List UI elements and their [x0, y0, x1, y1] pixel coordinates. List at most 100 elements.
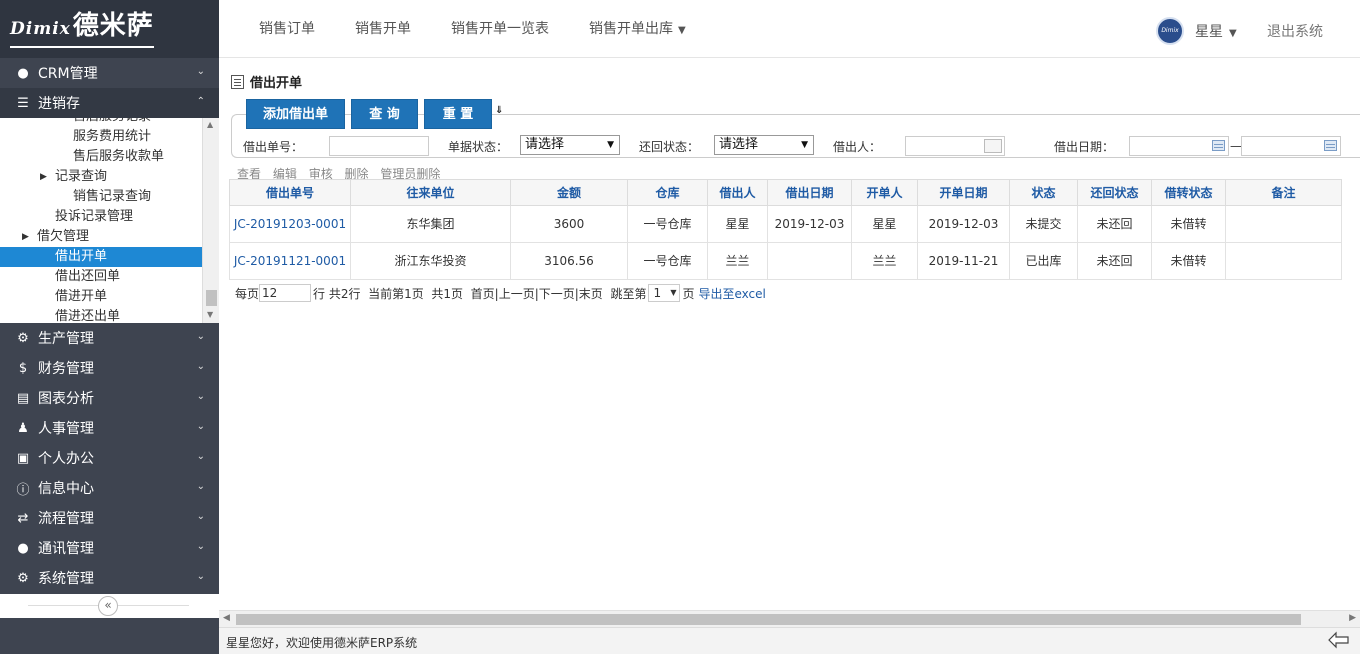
- menu-hr[interactable]: ♟ 人事管理 ⌄: [0, 413, 219, 443]
- loan-no-link[interactable]: JC-20191203-0001: [229, 205, 351, 243]
- menu-crm[interactable]: ● CRM管理 ⌄: [0, 58, 219, 88]
- picker-button[interactable]: [984, 139, 1002, 153]
- submenu-scrollbar[interactable]: ▲ ▼: [202, 118, 219, 323]
- status-bar: 星星您好，欢迎使用德米萨ERP系统: [219, 627, 1360, 654]
- nav-sales-billing[interactable]: 销售开单: [355, 18, 411, 38]
- sidebar: Dimix德米萨 ● CRM管理 ⌄ ☰ 进销存 ⌃ 售后服务记录 服务费用统计…: [0, 0, 219, 654]
- nav-sales-billing-outbound[interactable]: 销售开单出库 ▼: [589, 18, 686, 38]
- page-nav-links[interactable]: 首页|上一页|下一页|末页: [471, 285, 603, 302]
- menu-inventory[interactable]: ☰ 进销存 ⌃: [0, 88, 219, 118]
- back-arrow-icon[interactable]: [1328, 631, 1350, 649]
- submenu-item-service-fee-stats[interactable]: 服务费用统计: [0, 127, 202, 147]
- submenu-item-loan-in-return[interactable]: 借进还出单: [0, 307, 202, 323]
- menu-system[interactable]: ⚙ 系统管理 ⌄: [0, 563, 219, 593]
- export-excel-link[interactable]: 导出至excel: [698, 285, 765, 302]
- menu-info[interactable]: ⓘ 信息中心 ⌄: [0, 473, 219, 503]
- menu-label: 进销存: [38, 96, 80, 112]
- doc-status-select[interactable]: 请选择 ▼: [520, 135, 620, 155]
- menu-finance[interactable]: $ 财务管理 ⌄: [0, 353, 219, 383]
- submenu-item-loan-in-order[interactable]: 借进开单: [0, 287, 202, 307]
- table-cell: 未还回: [1077, 205, 1152, 243]
- loan-no-input[interactable]: [329, 136, 429, 156]
- table-cell: 3600: [510, 205, 628, 243]
- scroll-down-icon[interactable]: ▼: [207, 310, 213, 319]
- chevron-up-icon: ⌃: [196, 96, 205, 107]
- column-header[interactable]: 仓库: [627, 179, 708, 206]
- document-icon: [231, 74, 244, 89]
- column-header[interactable]: 金额: [510, 179, 628, 206]
- menu-production[interactable]: ⚙ 生产管理 ⌄: [0, 323, 219, 353]
- menu-communication[interactable]: ● 通讯管理 ⌄: [0, 533, 219, 563]
- column-header[interactable]: 开单日期: [917, 179, 1010, 206]
- table-cell: 兰兰: [851, 242, 918, 280]
- column-header[interactable]: 借出日期: [767, 179, 852, 206]
- user-menu[interactable]: 星星 ▼: [1195, 21, 1237, 41]
- welcome-text: 星星您好，欢迎使用德米萨ERP系统: [226, 636, 418, 650]
- gears-icon: ⚙: [17, 330, 29, 346]
- total-pages-text: 共1页: [431, 286, 464, 301]
- borrower-label: 借出人：: [833, 140, 882, 154]
- menu-charts[interactable]: ▤ 图表分析 ⌄: [0, 383, 219, 413]
- scroll-thumb[interactable]: [236, 614, 1301, 625]
- logout-link[interactable]: 退出系统: [1267, 21, 1323, 41]
- loan-no-label: 借出单号：: [243, 140, 304, 154]
- scroll-thumb[interactable]: [206, 290, 217, 306]
- loan-date-start[interactable]: [1129, 136, 1229, 156]
- page-suffix: 页: [682, 286, 695, 301]
- table-cell: 未还回: [1077, 242, 1152, 280]
- avatar[interactable]: Dimix 德米萨: [1156, 17, 1184, 58]
- doc-status-label: 单据状态：: [448, 140, 509, 154]
- dropdown-arrow-icon: ▼: [607, 140, 614, 150]
- cog-icon: ⚙: [17, 570, 29, 586]
- column-header[interactable]: 借出人: [707, 179, 768, 206]
- submenu-item-loan-out-return[interactable]: 借出还回单: [0, 267, 202, 287]
- scroll-right-icon[interactable]: ▶: [1349, 613, 1356, 623]
- table-cell: 一号仓库: [627, 242, 708, 280]
- reset-button[interactable]: 重 置: [424, 99, 492, 129]
- chevron-down-icon: ⌄: [196, 571, 205, 582]
- submenu-item-aftersale-receipt[interactable]: 售后服务收款单: [0, 147, 202, 167]
- table-row[interactable]: JC-20191121-0001 浙江东华投资 3106.56 一号仓库 兰兰 …: [229, 242, 1342, 280]
- menu-workflow[interactable]: ⇄ 流程管理 ⌄: [0, 503, 219, 533]
- submenu-item-sales-record-query[interactable]: 销售记录查询: [0, 187, 202, 207]
- column-header[interactable]: 状态: [1009, 179, 1078, 206]
- column-header[interactable]: 借转状态: [1151, 179, 1226, 206]
- column-header[interactable]: 开单人: [851, 179, 918, 206]
- table-cell: [1225, 205, 1342, 243]
- current-page-text: 当前第1页: [368, 286, 424, 301]
- borrower-picker[interactable]: [905, 136, 1005, 156]
- jump-page-select[interactable]: 1 ▼: [648, 284, 681, 302]
- submenu-item-loan-management[interactable]: ▶ 借欠管理: [0, 227, 202, 247]
- menu-office[interactable]: ▣ 个人办公 ⌄: [0, 443, 219, 473]
- scroll-left-icon[interactable]: ◀: [223, 613, 230, 623]
- add-loan-button[interactable]: 添加借出单: [246, 99, 345, 129]
- submenu-item-complaint-management[interactable]: 投诉记录管理: [0, 207, 202, 227]
- loan-date-end[interactable]: [1241, 136, 1341, 156]
- column-header[interactable]: 借出单号: [229, 179, 351, 206]
- column-header[interactable]: 备注: [1225, 179, 1342, 206]
- nav-sales-order[interactable]: 销售订单: [259, 18, 315, 38]
- scroll-up-icon[interactable]: ▲: [207, 120, 213, 129]
- calendar-icon[interactable]: [1212, 140, 1225, 151]
- submenu-item-record-query[interactable]: ▶ 记录查询: [0, 167, 202, 187]
- double-chevron-down-icon[interactable]: ⇓: [495, 105, 503, 116]
- return-status-label: 还回状态：: [639, 140, 700, 154]
- caret-right-icon: ▶: [40, 172, 47, 182]
- nav-sales-billing-list[interactable]: 销售开单一览表: [451, 18, 549, 38]
- chevron-down-icon: ⌄: [196, 511, 205, 522]
- column-header[interactable]: 往来单位: [350, 179, 511, 206]
- calendar-icon[interactable]: [1324, 140, 1337, 151]
- return-status-select[interactable]: 请选择 ▼: [714, 135, 814, 155]
- query-button[interactable]: 查 询: [351, 99, 418, 129]
- main-content: 借出开单 添加借出单 查 询 重 置 ⇓ 借出单号： 单据状态： 请选择 ▼ 还回…: [219, 59, 1360, 610]
- submenu-item-loan-out-order[interactable]: 借出开单: [0, 247, 202, 267]
- horizontal-scrollbar[interactable]: ◀ ▶: [219, 610, 1360, 627]
- table-cell: 2019-11-21: [917, 242, 1010, 280]
- column-header[interactable]: 还回状态: [1077, 179, 1152, 206]
- per-page-input[interactable]: 12: [259, 284, 312, 302]
- loan-no-link[interactable]: JC-20191121-0001: [229, 242, 351, 280]
- collapse-sidebar-icon[interactable]: «: [98, 596, 118, 616]
- table-row[interactable]: JC-20191203-0001 东华集团 3600 一号仓库 星星 2019-…: [229, 205, 1342, 243]
- top-nav: 销售订单 销售开单 销售开单一览表 销售开单出库 ▼ Dimix 德米萨 星星 ▼ …: [219, 0, 1360, 58]
- submenu-item-aftersale-record[interactable]: 售后服务记录: [0, 118, 202, 127]
